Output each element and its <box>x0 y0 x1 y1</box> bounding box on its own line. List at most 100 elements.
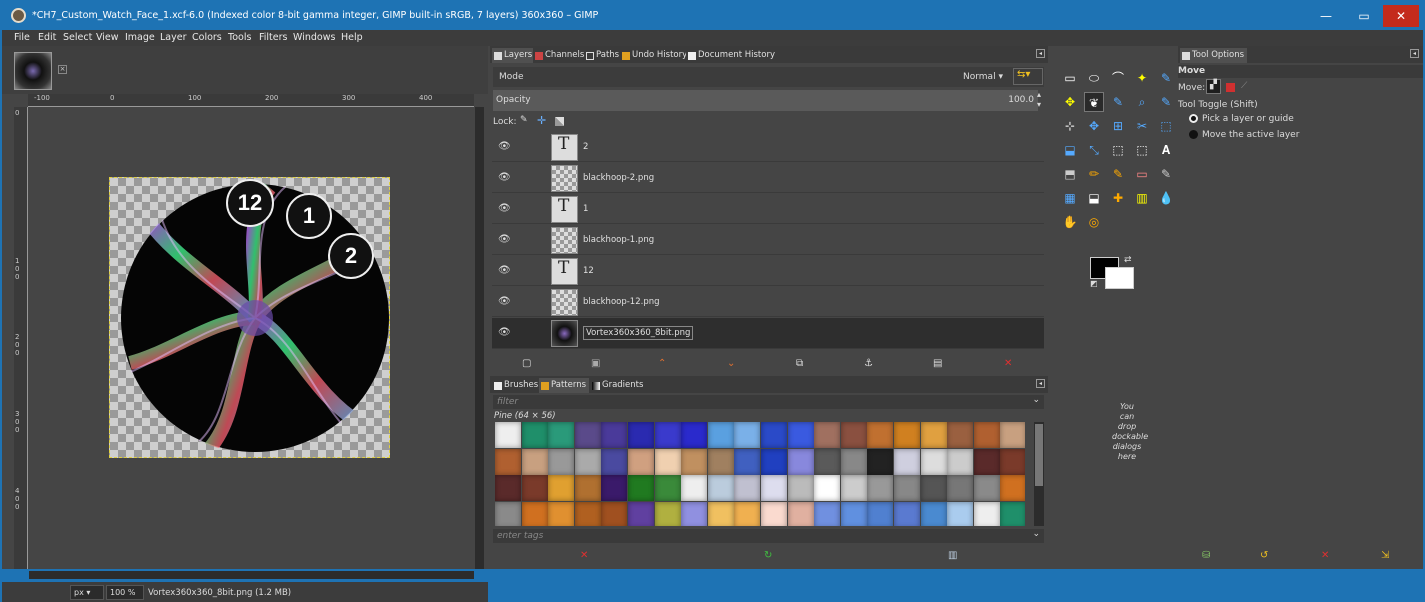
menu-image[interactable]: Image <box>125 32 155 43</box>
mode-select[interactable]: Normal ▾ <box>963 72 1003 82</box>
tool-button[interactable]: ▭ <box>1060 68 1080 88</box>
image-tab-thumbnail[interactable] <box>14 52 52 90</box>
pattern-swatch[interactable] <box>973 422 1000 448</box>
tool-button[interactable]: ⬓ <box>1060 140 1080 160</box>
tool-button[interactable]: ⬚ <box>1132 140 1152 160</box>
pattern-swatch[interactable] <box>654 448 681 475</box>
lock-position-icon[interactable]: ✛ <box>537 114 546 127</box>
pattern-swatch[interactable] <box>761 422 787 448</box>
chevron-down-icon[interactable]: ⌄ <box>1032 395 1040 405</box>
move-path-icon[interactable]: ⟋ <box>1241 81 1247 91</box>
pattern-swatch[interactable] <box>973 448 1000 475</box>
pattern-swatch[interactable] <box>787 475 814 501</box>
close-tab-icon[interactable]: × <box>58 65 67 74</box>
tool-button[interactable]: 💧 <box>1156 188 1176 208</box>
tool-button[interactable]: ✏ <box>1084 164 1104 184</box>
pattern-swatch[interactable] <box>601 422 628 448</box>
pattern-swatch[interactable] <box>654 422 681 448</box>
pattern-swatch[interactable] <box>894 448 920 475</box>
new-group-icon[interactable]: ▣ <box>591 358 600 369</box>
menu-edit[interactable]: Edit <box>38 32 56 43</box>
pattern-swatch[interactable] <box>840 501 867 526</box>
mode-switch-icon[interactable]: ⇆▾ <box>1013 68 1043 85</box>
pattern-swatch[interactable] <box>1000 422 1025 448</box>
pattern-swatch[interactable] <box>495 422 521 448</box>
tool-button[interactable]: ⊞ <box>1108 116 1128 136</box>
close-button[interactable]: ✕ <box>1383 5 1419 27</box>
tool-button[interactable]: ⌒ <box>1108 68 1128 88</box>
pattern-swatch[interactable] <box>681 501 708 526</box>
pattern-swatch[interactable] <box>495 475 521 501</box>
menu-help[interactable]: Help <box>341 32 363 43</box>
dock-menu-icon[interactable]: ◂ <box>1410 49 1419 58</box>
pattern-swatch[interactable] <box>814 422 841 448</box>
tab-paths[interactable]: Paths <box>584 48 623 63</box>
visibility-eye-icon[interactable]: 👁 <box>498 172 511 183</box>
pattern-swatch[interactable] <box>654 501 681 526</box>
pattern-swatch[interactable] <box>1000 448 1025 475</box>
pattern-swatch[interactable] <box>867 501 894 526</box>
pattern-swatch[interactable] <box>628 422 654 448</box>
layer-row[interactable]: 👁 12 <box>492 256 1044 286</box>
tool-button[interactable]: ⬓ <box>1084 188 1104 208</box>
tool-button[interactable]: ⬒ <box>1060 164 1080 184</box>
pattern-swatch[interactable] <box>894 422 920 448</box>
pattern-swatch[interactable] <box>814 501 841 526</box>
pattern-swatch[interactable] <box>681 475 708 501</box>
new-layer-icon[interactable]: ▢ <box>522 358 531 369</box>
tab-undo-history[interactable]: Undo History <box>620 48 691 63</box>
tool-button[interactable]: ✎ <box>1156 68 1176 88</box>
tool-button[interactable]: ⬭ <box>1084 68 1104 88</box>
pattern-swatch[interactable] <box>707 475 734 501</box>
menu-select[interactable]: Select <box>63 32 92 43</box>
opacity-spinner-icon[interactable]: ▴ ▾ <box>1037 90 1041 110</box>
tool-button[interactable]: ✎ <box>1156 92 1176 112</box>
tool-button[interactable]: ✎ <box>1108 164 1128 184</box>
swap-colors-icon[interactable]: ⇄ <box>1124 255 1132 265</box>
pattern-swatch[interactable] <box>574 422 601 448</box>
pattern-swatch[interactable] <box>840 422 867 448</box>
pattern-swatch[interactable] <box>947 501 974 526</box>
tab-tool-options[interactable]: Tool Options <box>1180 48 1248 63</box>
pattern-swatch[interactable] <box>840 448 867 475</box>
layer-row-selected[interactable]: 👁 Vortex360x360_8bit.png <box>492 318 1044 349</box>
tool-button[interactable]: ✦ <box>1132 68 1152 88</box>
dock-menu-icon[interactable]: ◂ <box>1036 379 1045 388</box>
restore-options-icon[interactable]: ↺ <box>1260 550 1268 561</box>
delete-options-icon[interactable]: ✕ <box>1321 550 1329 561</box>
pattern-swatch[interactable] <box>574 448 601 475</box>
tool-button[interactable]: ✋ <box>1060 212 1080 232</box>
tool-button[interactable]: ❦ <box>1084 92 1104 112</box>
visibility-eye-icon[interactable]: 👁 <box>498 265 511 276</box>
background-color-swatch[interactable] <box>1105 267 1134 289</box>
visibility-eye-icon[interactable]: 👁 <box>498 234 511 245</box>
pattern-swatch[interactable] <box>973 501 1000 526</box>
merge-layer-icon[interactable]: ▤ <box>933 358 942 369</box>
pattern-swatch[interactable] <box>628 501 654 526</box>
pattern-swatch[interactable] <box>787 422 814 448</box>
tool-button[interactable]: ✥ <box>1060 92 1080 112</box>
pattern-swatch[interactable] <box>521 475 548 501</box>
tool-button[interactable]: ⤡ <box>1084 140 1104 160</box>
layer-row[interactable]: 👁 2 <box>492 132 1044 162</box>
pattern-swatch[interactable] <box>787 501 814 526</box>
pattern-swatch[interactable] <box>681 448 708 475</box>
duplicate-layer-icon[interactable]: ⧉ <box>796 358 803 369</box>
tab-document-history[interactable]: Document History <box>686 48 778 63</box>
pattern-swatch[interactable] <box>495 448 521 475</box>
reset-options-icon[interactable]: ⇲ <box>1381 550 1389 561</box>
tab-channels[interactable]: Channels <box>533 48 588 63</box>
tab-patterns[interactable]: Patterns <box>539 378 590 393</box>
lower-layer-icon[interactable]: ⌄ <box>727 358 735 369</box>
layer-row[interactable]: 👁 blackhoop-12.png <box>492 287 1044 317</box>
pattern-swatch[interactable] <box>973 475 1000 501</box>
minimize-button[interactable]: — <box>1308 5 1344 27</box>
tab-brushes[interactable]: Brushes <box>492 378 542 393</box>
chevron-down-icon[interactable]: ⌄ <box>1032 529 1040 539</box>
layer-row[interactable]: 👁 blackhoop-2.png <box>492 163 1044 193</box>
pattern-swatch[interactable] <box>601 475 628 501</box>
pattern-swatch[interactable] <box>840 475 867 501</box>
default-colors-icon[interactable]: ◩ <box>1090 279 1098 288</box>
menu-tools[interactable]: Tools <box>228 32 251 43</box>
refresh-icon[interactable]: ↻ <box>764 550 772 561</box>
